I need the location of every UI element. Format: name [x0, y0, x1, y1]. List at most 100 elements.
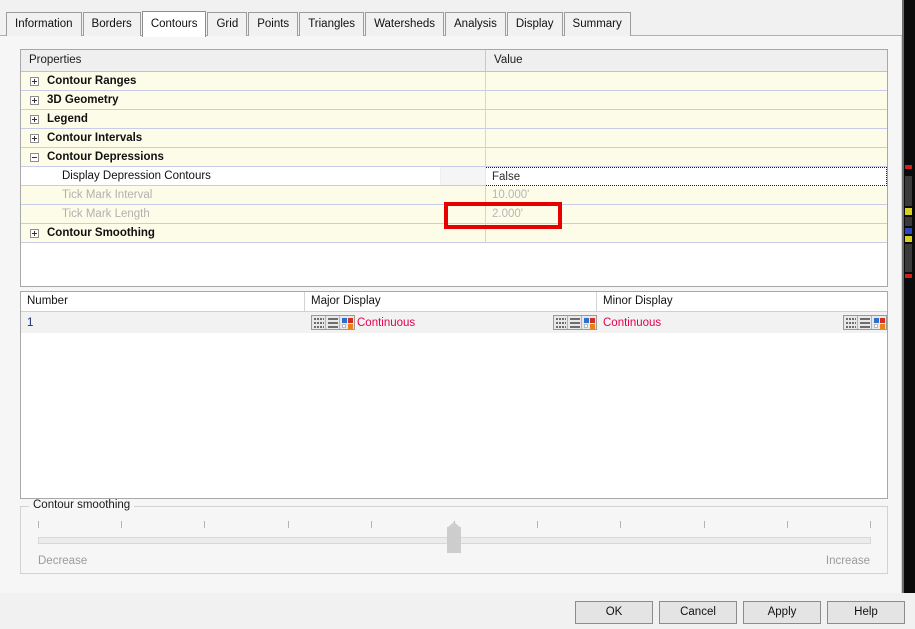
color-swatch-icon[interactable] [340, 316, 354, 329]
major-display-value: Continuous [357, 316, 416, 329]
tab-triangles[interactable]: Triangles [299, 12, 365, 37]
apply-button[interactable]: Apply [743, 601, 821, 624]
tab-analysis[interactable]: Analysis [445, 12, 506, 37]
property-name-cell: Contour Depressions [21, 148, 486, 167]
property-row[interactable]: Contour Smoothing [21, 224, 887, 243]
background-pixel-fragment [905, 217, 912, 226]
smoothing-slider-thumb[interactable] [447, 522, 461, 553]
cell-number: 1 [27, 316, 34, 329]
property-label: Contour Smoothing [47, 227, 155, 239]
slider-tick [121, 521, 123, 528]
property-name-cell: Tick Mark Interval [21, 186, 486, 205]
collapse-icon[interactable] [30, 153, 39, 162]
property-name-cell: Contour Intervals [21, 129, 486, 148]
expand-icon[interactable] [30, 96, 39, 105]
property-value-cell[interactable] [486, 72, 887, 91]
background-pixel-fragment [905, 274, 912, 278]
property-name-cell: Legend [21, 110, 486, 129]
tab-information[interactable]: Information [6, 12, 82, 37]
property-name-cell: 3D Geometry [21, 91, 486, 110]
table-row[interactable]: 1 Continuous Continuous [21, 312, 887, 333]
display-style-icon-group[interactable] [843, 315, 887, 330]
slider-tick [204, 521, 206, 528]
cell-minor-display[interactable]: Continuous [597, 312, 887, 333]
property-label: Contour Ranges [47, 75, 137, 87]
expand-icon[interactable] [30, 229, 39, 238]
column-header-major-display: Major Display [305, 292, 597, 311]
expand-icon[interactable] [30, 134, 39, 143]
minor-display-value: Continuous [603, 316, 662, 329]
properties-grid-header: Properties Value [21, 50, 887, 72]
slider-tick [703, 521, 705, 528]
background-pixel-fragment [905, 165, 912, 169]
property-row[interactable]: Contour Depressions [21, 148, 887, 167]
solid-lines-icon[interactable] [858, 316, 872, 329]
color-swatch-icon[interactable] [872, 316, 886, 329]
property-value-cell[interactable]: False [486, 167, 887, 186]
slider-tick [537, 521, 539, 528]
slider-tick [786, 521, 788, 528]
property-row[interactable]: 3D Geometry [21, 91, 887, 110]
background-pixel-fragment [905, 244, 912, 272]
expand-icon[interactable] [30, 77, 39, 86]
dashed-lines-icon[interactable] [844, 316, 858, 329]
property-value-cell[interactable] [486, 91, 887, 110]
tab-grid[interactable]: Grid [207, 12, 248, 37]
property-label: Tick Mark Length [62, 208, 150, 220]
tab-contours[interactable]: Contours [141, 11, 207, 37]
column-header-value: Value [494, 54, 523, 66]
tab-bar[interactable]: Information Borders Contours Grid Points Tria… [0, 0, 902, 37]
property-label: Contour Intervals [47, 132, 143, 144]
solid-lines-icon[interactable] [326, 316, 340, 329]
dashed-lines-icon[interactable] [554, 316, 568, 329]
dialog-footer: OK Cancel Apply Help [0, 584, 905, 629]
slider-tick [287, 521, 289, 528]
property-value-cell[interactable] [486, 110, 887, 129]
dialog-edge-line [902, 0, 904, 593]
property-value-cell[interactable] [486, 129, 887, 148]
property-name-cell: Tick Mark Length [21, 205, 486, 224]
background-pixel-fragment [905, 236, 912, 242]
display-style-icon-group[interactable] [553, 315, 597, 330]
tab-display[interactable]: Display [506, 12, 563, 37]
properties-grid[interactable]: Properties Value Contour Ranges 3D Geomet… [20, 49, 888, 287]
display-style-icon-group[interactable] [311, 315, 355, 330]
help-button[interactable]: Help [827, 601, 905, 624]
cancel-button[interactable]: Cancel [659, 601, 737, 624]
tab-points[interactable]: Points [248, 12, 299, 37]
property-row[interactable]: Legend [21, 110, 887, 129]
expand-icon[interactable] [30, 115, 39, 124]
property-value-cell[interactable] [486, 148, 887, 167]
property-value-cell[interactable]: 2.000' [486, 205, 887, 224]
column-header-number: Number [21, 292, 305, 311]
property-row[interactable]: Display Depression Contours False [21, 167, 887, 186]
dashed-lines-icon[interactable] [312, 316, 326, 329]
cell-major-display[interactable]: Continuous [305, 312, 597, 333]
property-row[interactable]: Contour Ranges [21, 72, 887, 91]
contour-list-header: Number Major Display Minor Display [21, 292, 887, 312]
contour-list-grid[interactable]: Number Major Display Minor Display 1 Cont… [20, 291, 888, 499]
slider-tick [370, 521, 372, 528]
tab-watersheds[interactable]: Watersheds [365, 12, 444, 37]
color-swatch-icon[interactable] [582, 316, 596, 329]
property-name-cell: Display Depression Contours [21, 167, 486, 186]
properties-grid-rows: Contour Ranges 3D Geometry Legend Contour I… [21, 72, 887, 243]
property-value-cell[interactable]: 10.000' [486, 186, 887, 205]
slider-tick [870, 521, 871, 528]
property-name-cell: Contour Smoothing [21, 224, 486, 243]
property-row[interactable]: Tick Mark Interval 10.000' [21, 186, 887, 205]
tab-summary[interactable]: Summary [563, 12, 631, 37]
property-row[interactable]: Contour Intervals [21, 129, 887, 148]
solid-lines-icon[interactable] [568, 316, 582, 329]
ok-button[interactable]: OK [575, 601, 653, 624]
property-label: Tick Mark Interval [62, 189, 153, 201]
property-row[interactable]: Tick Mark Length 2.000' [21, 205, 887, 224]
property-label: Display Depression Contours [62, 170, 211, 182]
slider-tick [620, 521, 622, 528]
contour-smoothing-legend: Contour smoothing [29, 499, 135, 511]
contour-list-rows: 1 Continuous Continuous [21, 312, 887, 333]
background-right-strip [902, 0, 915, 593]
tab-borders[interactable]: Borders [82, 12, 141, 37]
slider-label-decrease: Decrease [38, 555, 88, 567]
property-value-cell[interactable] [486, 224, 887, 243]
